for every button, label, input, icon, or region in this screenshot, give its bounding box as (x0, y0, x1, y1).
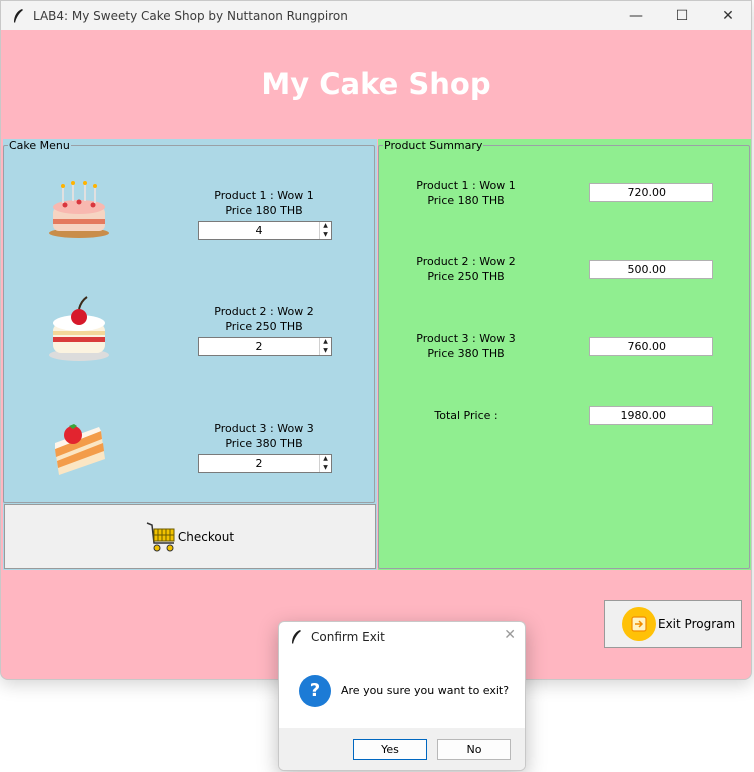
product-summary-panel: Product Summary Product 1 : Wow 1 Price … (378, 139, 751, 570)
checkout-label: Checkout (177, 529, 235, 544)
product-2-quantity[interactable]: 2 (199, 338, 319, 355)
summary-item-2-name: Product 2 : Wow 2 (416, 255, 516, 268)
dialog-title: Confirm Exit (311, 629, 385, 644)
product-1-quantity[interactable]: 4 (199, 222, 319, 239)
yes-button[interactable]: Yes (353, 739, 427, 760)
no-button[interactable]: No (437, 739, 511, 760)
shop-header: My Cake Shop (1, 30, 751, 138)
confirm-exit-dialog: Confirm Exit ✕ ? Are you sure you want t… (278, 621, 526, 771)
product-2-quantity-spinbox[interactable]: 2 ▲ ▼ (198, 337, 332, 356)
summary-item-2-label: Product 2 : Wow 2 Price 250 THB (406, 254, 526, 284)
product-2-price: Price 250 THB (225, 320, 303, 333)
maximize-button[interactable]: ☐ (659, 1, 705, 30)
summary-item-1-price: Price 180 THB (427, 194, 505, 207)
summary-legend: Product Summary (384, 139, 483, 152)
minimize-button[interactable]: — (613, 1, 659, 30)
summary-item-3-name: Product 3 : Wow 3 (416, 332, 516, 345)
spin-down-icon[interactable]: ▼ (320, 347, 331, 356)
summary-item-3-label: Product 3 : Wow 3 Price 380 THB (406, 331, 526, 361)
product-1-info: Product 1 : Wow 1 Price 180 THB (189, 188, 339, 218)
cake-cherry-icon (49, 296, 109, 361)
close-button[interactable]: ✕ (705, 1, 751, 30)
spin-arrows[interactable]: ▲ ▼ (319, 222, 331, 239)
product-1-name: Product 1 : Wow 1 (214, 189, 314, 202)
dialog-title-bar[interactable]: Confirm Exit (279, 622, 525, 651)
spin-arrows[interactable]: ▲ ▼ (319, 338, 331, 355)
spin-up-icon[interactable]: ▲ (320, 222, 331, 231)
shopping-cart-icon (146, 521, 175, 551)
window-title: LAB4: My Sweety Cake Shop by Nuttanon Ru… (33, 8, 348, 23)
product-2-info: Product 2 : Wow 2 Price 250 THB (189, 304, 339, 334)
product-3-info: Product 3 : Wow 3 Price 380 THB (189, 421, 339, 451)
dialog-footer: Yes No (279, 728, 525, 770)
summary-item-1-total[interactable]: 720.00 (589, 183, 713, 202)
feather-icon (14, 8, 23, 23)
product-3-name: Product 3 : Wow 3 (214, 422, 314, 435)
spin-arrows[interactable]: ▲ ▼ (319, 455, 331, 472)
summary-item-1-name: Product 1 : Wow 1 (416, 179, 516, 192)
spin-up-icon[interactable]: ▲ (320, 455, 331, 464)
cake-menu-legend: Cake Menu (9, 139, 70, 152)
total-price-label: Total Price : (434, 409, 498, 422)
cake-candles-icon (49, 181, 109, 238)
product-3-price: Price 380 THB (225, 437, 303, 450)
spin-down-icon[interactable]: ▼ (320, 231, 331, 240)
checkout-button[interactable]: Checkout (4, 504, 376, 569)
product-1-quantity-spinbox[interactable]: 4 ▲ ▼ (198, 221, 332, 240)
main-window: LAB4: My Sweety Cake Shop by Nuttanon Ru… (0, 0, 752, 680)
product-1-price: Price 180 THB (225, 204, 303, 217)
summary-item-3-total[interactable]: 760.00 (589, 337, 713, 356)
question-icon: ? (299, 674, 331, 707)
dialog-body: ? Are you sure you want to exit? (279, 651, 525, 730)
exit-program-label: Exit Program (658, 617, 736, 631)
dialog-message: Are you sure you want to exit? (341, 684, 510, 697)
summary-item-1-label: Product 1 : Wow 1 Price 180 THB (406, 178, 526, 208)
summary-item-3-price: Price 380 THB (427, 347, 505, 360)
cake-slice-icon (55, 424, 105, 475)
product-2-name: Product 2 : Wow 2 (214, 305, 314, 318)
spin-up-icon[interactable]: ▲ (320, 338, 331, 347)
summary-item-2-total[interactable]: 500.00 (589, 260, 713, 279)
dialog-close-button[interactable]: ✕ (504, 627, 516, 643)
feather-icon (292, 629, 301, 644)
total-price-field[interactable]: 1980.00 (589, 406, 713, 425)
exit-icon (622, 607, 656, 641)
product-3-quantity-spinbox[interactable]: 2 ▲ ▼ (198, 454, 332, 473)
shop-title: My Cake Shop (261, 67, 491, 101)
product-3-quantity[interactable]: 2 (199, 455, 319, 472)
spin-down-icon[interactable]: ▼ (320, 464, 331, 473)
title-bar[interactable]: LAB4: My Sweety Cake Shop by Nuttanon Ru… (1, 1, 751, 30)
summary-item-2-price: Price 250 THB (427, 270, 505, 283)
exit-program-button[interactable]: Exit Program (604, 600, 742, 648)
window-controls: — ☐ ✕ (613, 1, 751, 30)
